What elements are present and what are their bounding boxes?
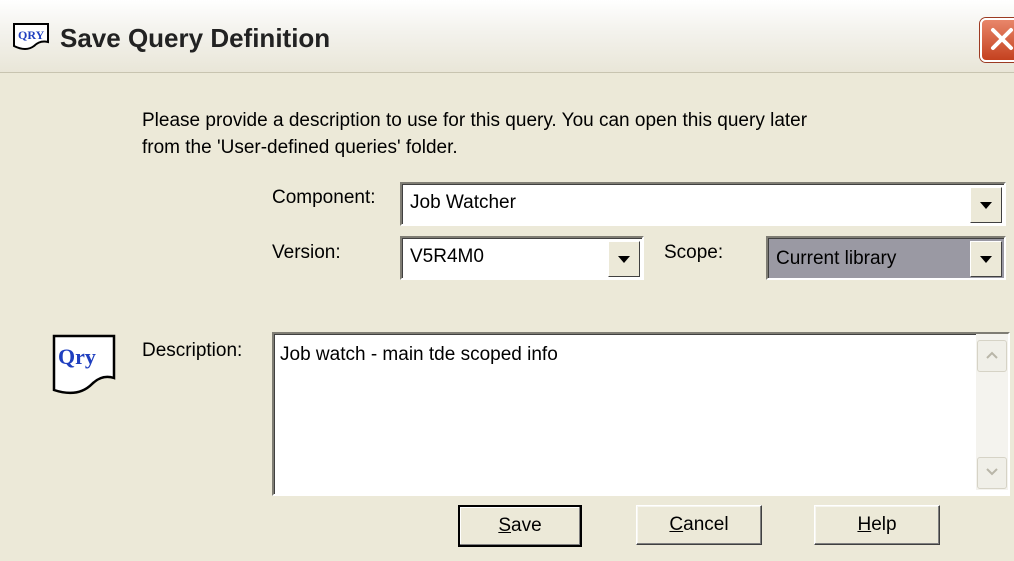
save-label-rest: ave	[511, 515, 542, 536]
window-title: Save Query Definition	[60, 23, 331, 53]
instruction-line-1: Please provide a description to use for …	[142, 110, 808, 131]
scroll-up-icon	[986, 351, 998, 359]
cancel-button[interactable]: Cancel	[636, 505, 762, 545]
instruction-text: Please provide a description to use for …	[142, 107, 962, 161]
title-bar: QRY Save Query Definition	[0, 0, 1014, 73]
close-button[interactable]	[980, 18, 1014, 62]
scope-select[interactable]: Current library	[766, 236, 1006, 280]
scroll-down-icon	[986, 468, 998, 476]
qry-icon-text: Qry	[58, 344, 96, 369]
component-value: Job Watcher	[410, 192, 516, 213]
scope-value: Current library	[776, 248, 897, 270]
scroll-up-button[interactable]	[977, 340, 1007, 372]
instruction-line-2: from the 'User-defined queries' folder.	[142, 137, 458, 158]
version-select[interactable]: V5R4M0	[400, 236, 644, 280]
cancel-mnemonic: C	[669, 514, 684, 535]
version-label: Version:	[272, 242, 341, 263]
svg-text:QRY: QRY	[18, 28, 45, 42]
component-select[interactable]: Job Watcher	[400, 182, 1006, 226]
query-app-icon: QRY	[13, 23, 49, 50]
close-icon	[991, 28, 1013, 50]
cancel-label-rest: ancel	[683, 514, 729, 535]
vertical-scrollbar[interactable]	[976, 334, 1008, 490]
qry-document-icon: Qry	[52, 334, 116, 395]
description-text: Job watch - main tde scoped info	[280, 344, 558, 365]
description-textarea[interactable]: Job watch - main tde scoped info	[272, 332, 1010, 496]
help-button[interactable]: Help	[814, 505, 940, 545]
save-button[interactable]: Save	[458, 505, 582, 547]
version-value: V5R4M0	[410, 246, 484, 267]
scope-dropdown-arrow-icon[interactable]	[970, 241, 1002, 277]
description-label: Description:	[142, 340, 243, 361]
version-dropdown-arrow-icon[interactable]	[608, 241, 640, 277]
scroll-down-button[interactable]	[977, 457, 1007, 489]
help-mnemonic: H	[857, 514, 872, 535]
scope-label: Scope:	[664, 242, 724, 263]
component-label: Component:	[272, 187, 376, 208]
help-label-rest: elp	[871, 514, 897, 535]
save-mnemonic: S	[498, 515, 512, 536]
component-dropdown-arrow-icon[interactable]	[970, 187, 1002, 223]
